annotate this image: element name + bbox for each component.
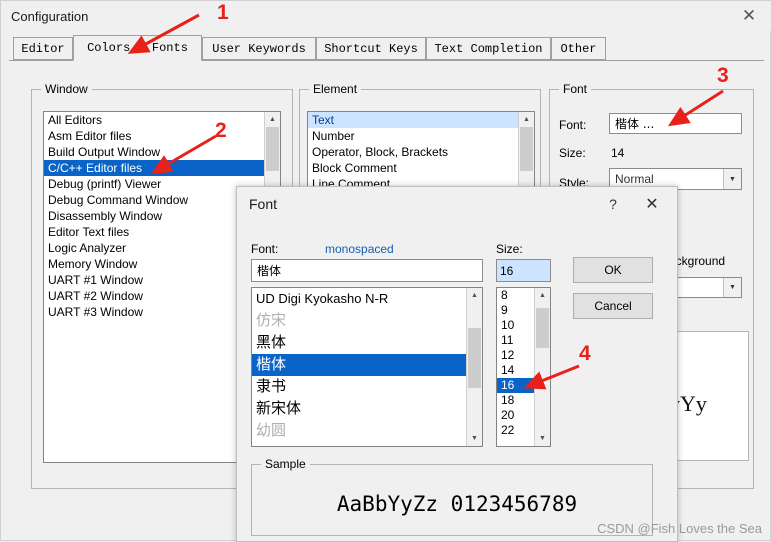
cancel-button[interactable]: Cancel bbox=[573, 293, 653, 319]
size-value: 14 bbox=[611, 146, 625, 160]
list-item[interactable]: 隶书 bbox=[252, 376, 472, 398]
sample-preview-text: AaBbYyZz 0123456789 bbox=[336, 492, 578, 516]
scroll-thumb[interactable] bbox=[536, 308, 549, 348]
scroll-thumb[interactable] bbox=[520, 127, 533, 171]
list-item[interactable]: Number bbox=[308, 128, 524, 144]
chevron-up-icon[interactable]: ▲ bbox=[265, 112, 280, 127]
scroll-thumb[interactable] bbox=[468, 328, 481, 388]
configuration-window: Configuration ✕ Editor Colors & Fonts Us… bbox=[0, 0, 771, 542]
tab-user-keywords[interactable]: User Keywords bbox=[202, 37, 316, 60]
tab-other[interactable]: Other bbox=[551, 37, 606, 60]
list-item[interactable]: Text bbox=[308, 112, 524, 128]
font-value-field[interactable]: 楷体 ... bbox=[609, 113, 742, 134]
sample-group-label: Sample bbox=[261, 457, 310, 471]
ok-button[interactable]: OK bbox=[573, 257, 653, 283]
title-bar: Configuration ✕ bbox=[1, 1, 771, 31]
scroll-thumb[interactable] bbox=[266, 127, 279, 171]
element-group-label: Element bbox=[309, 82, 362, 96]
chevron-up-icon[interactable]: ▲ bbox=[535, 288, 550, 303]
annotation-2: 2 bbox=[215, 119, 227, 142]
list-item[interactable]: 楷体 bbox=[252, 354, 472, 376]
tab-text-completion[interactable]: Text Completion bbox=[426, 37, 551, 60]
tab-strip: Editor Colors & Fonts User Keywords Shor… bbox=[9, 35, 764, 61]
dialog-font-list[interactable]: UD Digi Kyokasho N-R 仿宋 黑体 楷体 隶书 新宋体 幼圆 … bbox=[251, 287, 483, 447]
font-dialog-title: Font bbox=[249, 196, 278, 212]
font-label: Font: bbox=[559, 118, 587, 132]
chevron-down-icon[interactable]: ▼ bbox=[535, 431, 550, 446]
size-label: Size: bbox=[559, 146, 586, 160]
font-dialog: Font ? ✕ Font: monospaced Size: 楷体 16 OK… bbox=[236, 186, 678, 542]
chevron-up-icon[interactable]: ▲ bbox=[467, 288, 482, 303]
list-item[interactable]: 幼圆 bbox=[252, 420, 472, 442]
dialog-font-label: Font: bbox=[251, 242, 279, 256]
chevron-down-icon[interactable]: ▼ bbox=[723, 169, 741, 189]
chevron-down-icon[interactable]: ▼ bbox=[467, 431, 482, 446]
annotation-1: 1 bbox=[217, 1, 229, 24]
dialog-size-list[interactable]: 8 9 10 11 12 14 16 18 20 22 ▲ ▼ bbox=[496, 287, 551, 447]
list-item[interactable]: UD Digi Kyokasho N-R bbox=[252, 288, 472, 310]
tab-colors-and-fonts[interactable]: Colors & Fonts bbox=[73, 35, 202, 61]
background-color-combo[interactable]: ▼ bbox=[669, 277, 742, 298]
list-item[interactable]: 黑体 bbox=[252, 332, 472, 354]
dialog-size-input[interactable]: 16 bbox=[496, 259, 551, 282]
style-value: Normal bbox=[615, 172, 654, 186]
list-item[interactable]: C/C++ Editor files bbox=[44, 160, 270, 176]
chevron-down-icon[interactable]: ▼ bbox=[723, 278, 741, 297]
close-icon[interactable]: ✕ bbox=[726, 1, 771, 31]
list-item[interactable]: Block Comment bbox=[308, 160, 524, 176]
annotation-3: 3 bbox=[717, 64, 729, 87]
window-group-label: Window bbox=[41, 82, 92, 96]
close-icon[interactable]: ✕ bbox=[633, 187, 671, 221]
dialog-size-scrollbar[interactable]: ▲ ▼ bbox=[534, 288, 550, 446]
dialog-size-label: Size: bbox=[496, 242, 523, 256]
dialog-font-link[interactable]: monospaced bbox=[325, 242, 394, 256]
dialog-font-scrollbar[interactable]: ▲ ▼ bbox=[466, 288, 482, 446]
window-title: Configuration bbox=[11, 8, 89, 24]
watermark: CSDN @Fish Loves the Sea bbox=[597, 521, 762, 536]
list-item[interactable]: 新宋体 bbox=[252, 398, 472, 420]
font-group-label: Font bbox=[559, 82, 592, 96]
list-item[interactable]: 仿宋 bbox=[252, 310, 472, 332]
help-icon[interactable]: ? bbox=[597, 187, 629, 221]
list-item[interactable]: Asm Editor files bbox=[44, 128, 270, 144]
annotation-4: 4 bbox=[579, 342, 591, 365]
list-item[interactable]: Operator, Block, Brackets bbox=[308, 144, 524, 160]
tab-shortcut-keys[interactable]: Shortcut Keys bbox=[316, 37, 426, 60]
list-item[interactable]: Build Output Window bbox=[44, 144, 270, 160]
chevron-up-icon[interactable]: ▲ bbox=[519, 112, 534, 127]
tab-editor[interactable]: Editor bbox=[13, 37, 73, 60]
dialog-font-input[interactable]: 楷体 bbox=[251, 259, 483, 282]
list-item[interactable]: All Editors bbox=[44, 112, 270, 128]
